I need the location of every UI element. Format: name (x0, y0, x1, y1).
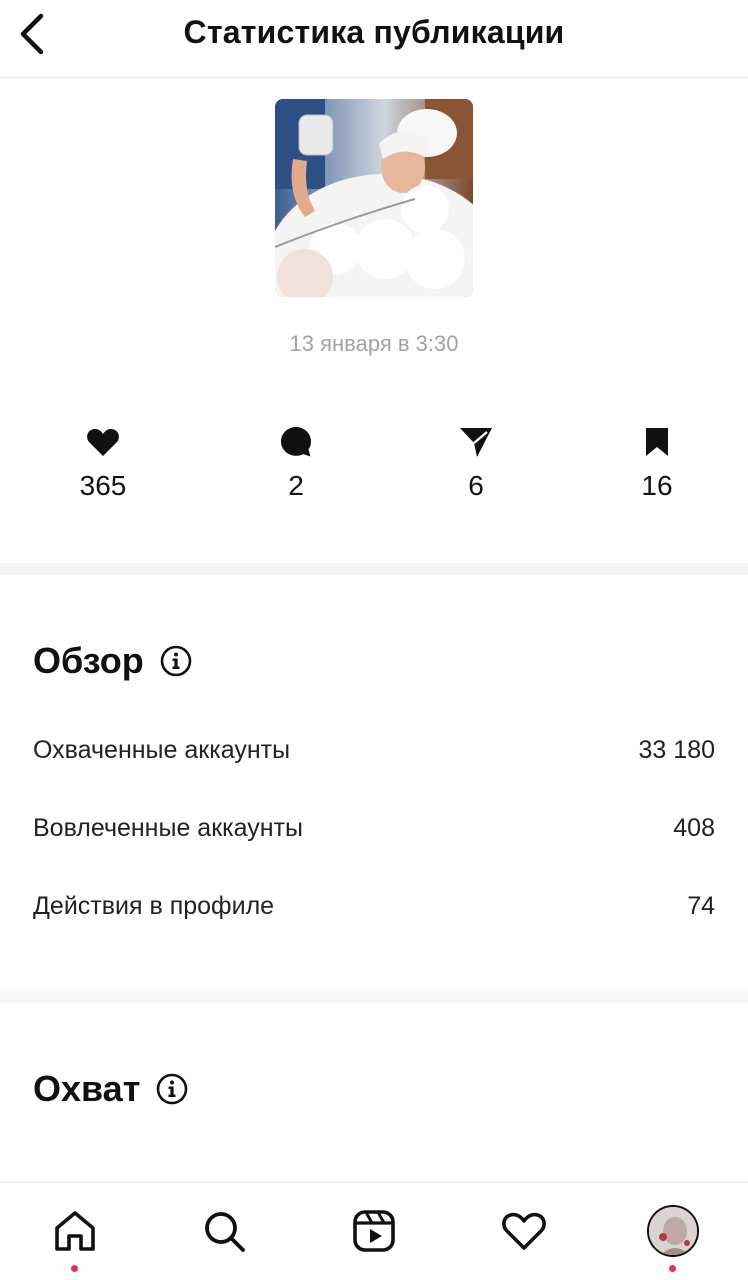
info-icon (157, 1073, 188, 1105)
reels-icon (353, 1210, 395, 1252)
likes-count: 365 (79, 470, 127, 501)
overview-info-button[interactable] (160, 645, 192, 677)
overview-row-profile-activity[interactable]: Действия в профиле 74 (33, 886, 715, 926)
nav-home[interactable] (45, 1201, 105, 1261)
paper-plane-icon (460, 428, 492, 457)
reach-info-button[interactable] (156, 1073, 188, 1105)
section-divider (0, 563, 748, 575)
section-divider (0, 991, 748, 1003)
bookmark-icon (646, 428, 668, 456)
search-icon (205, 1212, 245, 1252)
info-icon (160, 645, 192, 677)
home-notification-dot (71, 1265, 78, 1272)
home-icon (55, 1211, 95, 1251)
reach-section-title: Охват (33, 1068, 188, 1110)
comments-stat: 2 (236, 420, 356, 502)
comments-count: 2 (288, 470, 304, 501)
avatar-image (649, 1207, 697, 1255)
overview-section-title: Обзор (33, 640, 192, 682)
post-date: 13 января в 3:30 (289, 331, 459, 356)
comment-bubble-icon (281, 427, 311, 457)
saves-stat: 16 (597, 420, 717, 502)
nav-search[interactable] (194, 1201, 254, 1261)
likes-stat: 365 (43, 420, 163, 502)
overview-title: Обзор (33, 640, 144, 681)
avatar (647, 1205, 699, 1257)
row-value: 74 (687, 891, 715, 920)
post-insights-screen: Статистика публикации 13 января в 3:30 3… (0, 0, 748, 1280)
shares-count: 6 (468, 470, 484, 501)
overview-row-engaged[interactable]: Вовлеченные аккаунты 408 (33, 808, 715, 848)
profile-notification-dot (669, 1265, 676, 1272)
row-label: Действия в профиле (33, 891, 275, 920)
nav-reels[interactable] (344, 1201, 404, 1261)
page-title: Статистика публикации (183, 14, 565, 50)
nav-activity[interactable] (494, 1201, 554, 1261)
header: Статистика публикации (0, 0, 748, 78)
heart-icon (87, 428, 119, 456)
bottom-nav (0, 1182, 748, 1280)
post-thumbnail[interactable] (275, 99, 473, 297)
row-value: 33 180 (638, 735, 715, 764)
shares-stat: 6 (416, 420, 536, 502)
heart-icon (502, 1212, 546, 1250)
row-label: Вовлеченные аккаунты (33, 813, 303, 842)
nav-profile[interactable] (643, 1201, 703, 1261)
row-value: 408 (673, 813, 715, 842)
row-label: Охваченные аккаунты (33, 735, 291, 764)
saves-count: 16 (641, 470, 673, 501)
post-image (275, 99, 473, 297)
overview-row-reached[interactable]: Охваченные аккаунты 33 180 (33, 730, 715, 770)
reach-title: Охват (33, 1068, 141, 1109)
